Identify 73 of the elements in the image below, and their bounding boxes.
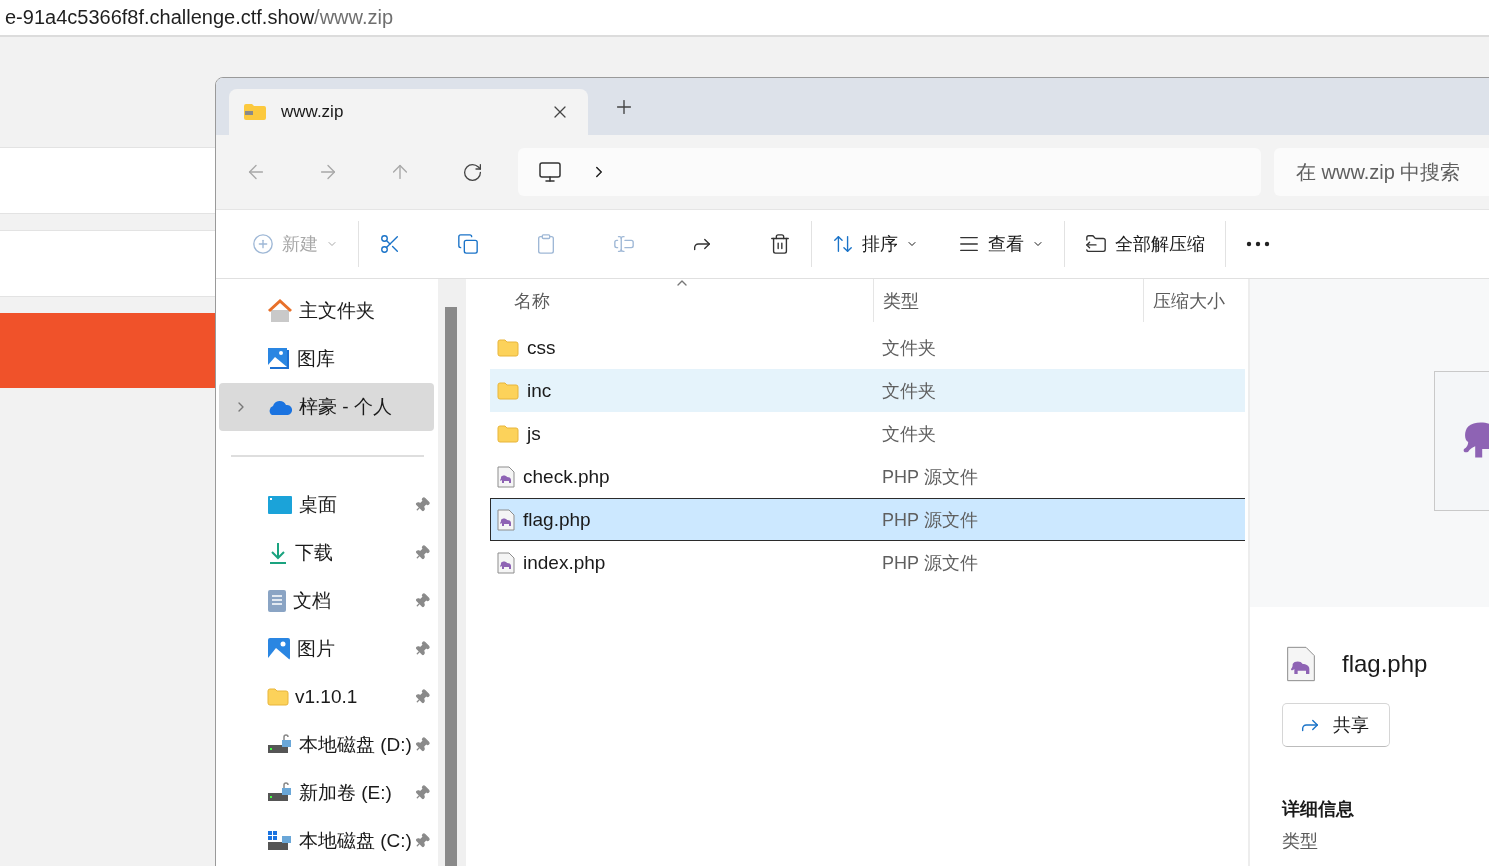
monitor-icon (538, 160, 562, 184)
copy-icon (457, 233, 479, 255)
file-row[interactable]: css 文件夹 (490, 326, 1245, 369)
php-file-icon (497, 508, 515, 531)
file-row[interactable]: js 文件夹 (490, 412, 1245, 455)
file-name: check.php (523, 465, 610, 488)
home-icon (267, 299, 293, 323)
sort-icon (832, 233, 854, 255)
sidebar-item[interactable]: 桌面 (219, 481, 434, 529)
system-drive-icon (267, 830, 293, 852)
folder-icon (267, 688, 289, 706)
sidebar-item[interactable]: 下载 (219, 529, 434, 577)
scissors-icon (379, 233, 401, 255)
zip-folder-icon (243, 103, 267, 121)
extract-all-button[interactable]: 全部解压缩 (1079, 228, 1211, 260)
share-button[interactable]: 共享 (1282, 703, 1390, 747)
sidebar-item[interactable]: 本地磁盘 (D:) (219, 721, 434, 769)
file-row[interactable]: check.php PHP 源文件 (490, 455, 1245, 498)
sidebar-item[interactable]: 文档 (219, 577, 434, 625)
desktop-icon (267, 495, 293, 515)
file-type: 文件夹 (881, 422, 937, 446)
column-header[interactable]: 压缩大小 (1143, 279, 1243, 322)
document-icon (267, 589, 287, 613)
php-file-icon (497, 551, 515, 574)
sidebar-item[interactable]: 本地磁盘 (C:) (219, 817, 434, 865)
drive-icon (267, 734, 293, 756)
address-bar[interactable]: e-91a4c5366f8f.challenge.ctf.show/www.zip (0, 0, 1489, 37)
sidebar-item[interactable]: 图库 (219, 335, 434, 383)
file-type: 文件夹 (881, 379, 937, 403)
sidebar-item[interactable]: v1.10.1 (219, 673, 434, 721)
download-icon (267, 541, 289, 565)
file-name: flag.php (523, 508, 591, 531)
file-name: js (527, 422, 541, 445)
section-title: 详细信息 (1282, 798, 1355, 821)
sidebar-item[interactable]: 梓豪 - 个人 (219, 383, 434, 431)
sidebar-item[interactable]: 主文件夹 (219, 287, 434, 335)
path-field[interactable] (518, 148, 1261, 196)
tab-title: www.zip (281, 102, 345, 122)
folder-icon (497, 381, 519, 400)
field-label: 类型 (1282, 830, 1319, 853)
rename-icon (613, 233, 635, 255)
cloud-icon (267, 398, 293, 416)
file-name: css (527, 336, 556, 359)
column-header[interactable]: 名称 (490, 279, 873, 322)
view-button[interactable]: 查看 (952, 228, 1050, 260)
new-icon (252, 233, 274, 255)
file-name: flag.php (1342, 650, 1428, 678)
sidebar-item[interactable]: 图片 (219, 625, 434, 673)
folder-icon (497, 424, 519, 443)
file-row[interactable]: index.php PHP 源文件 (490, 541, 1245, 584)
drive-icon (267, 782, 293, 804)
folder-extract-icon (1085, 233, 1107, 255)
pictures-icon (267, 637, 291, 661)
gallery-icon (267, 347, 291, 371)
column-header[interactable]: 类型 (873, 279, 1143, 322)
file-type: PHP 源文件 (881, 551, 979, 575)
php-file-icon (1286, 645, 1316, 683)
more-icon (1246, 241, 1270, 247)
sort-button[interactable]: 排序 (826, 228, 924, 260)
file-row[interactable]: flag.php PHP 源文件 (490, 498, 1245, 541)
file-type: PHP 源文件 (881, 508, 979, 532)
file-row[interactable]: inc 文件夹 (490, 369, 1245, 412)
file-type: 文件夹 (881, 336, 937, 360)
clipboard-icon (535, 233, 557, 255)
folder-icon (497, 338, 519, 357)
file-name: inc (527, 379, 552, 402)
file-name: index.php (523, 551, 606, 574)
php-file-icon (497, 465, 515, 488)
trash-icon (769, 233, 791, 255)
search-field[interactable]: 在 www.zip 中搜索 (1274, 148, 1489, 196)
sidebar-item[interactable]: 新加卷 (E:) (219, 769, 434, 817)
file-type: PHP 源文件 (881, 465, 979, 489)
tab[interactable]: www.zip (229, 89, 588, 135)
